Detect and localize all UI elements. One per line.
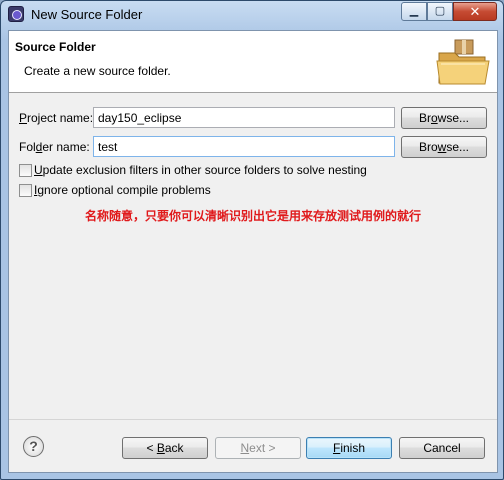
dialog-window: New Source Folder ▁ ▢ ✕ Source Folder Cr…: [0, 0, 504, 480]
help-icon[interactable]: ?: [23, 436, 44, 457]
project-browse-button[interactable]: Browse...: [401, 107, 487, 129]
folder-name-input[interactable]: [93, 136, 395, 157]
wizard-header: Source Folder Create a new source folder…: [9, 31, 497, 93]
project-name-row: Project name: Browse...: [9, 107, 497, 131]
update-exclusion-filters-checkbox[interactable]: [19, 164, 32, 177]
wizard-description: Create a new source folder.: [24, 64, 171, 78]
back-button[interactable]: < Back: [122, 437, 208, 459]
ignore-compile-problems-checkbox[interactable]: [19, 184, 32, 197]
folder-with-package-icon: [436, 39, 490, 85]
close-button[interactable]: ✕: [453, 2, 497, 21]
wizard-title: Source Folder: [15, 40, 96, 54]
minimize-button[interactable]: ▁: [401, 2, 427, 21]
eclipse-app-icon: [8, 6, 24, 22]
cancel-button[interactable]: Cancel: [399, 437, 485, 459]
dialog-body: Source Folder Create a new source folder…: [8, 30, 498, 473]
next-button[interactable]: Next >: [215, 437, 301, 459]
folder-browse-button[interactable]: Browse...: [401, 136, 487, 158]
update-exclusion-filters-label: Update exclusion filters in other source…: [34, 163, 367, 177]
finish-button[interactable]: Finish: [306, 437, 392, 459]
footer-divider: [9, 419, 497, 420]
project-name-label: Project name:: [19, 111, 94, 125]
folder-name-label: Folder name:: [19, 140, 90, 154]
ignore-compile-problems-label: Ignore optional compile problems: [34, 183, 211, 197]
project-name-input[interactable]: [93, 107, 395, 128]
maximize-button[interactable]: ▢: [427, 2, 453, 21]
title-bar[interactable]: New Source Folder ▁ ▢ ✕: [1, 1, 503, 29]
window-title: New Source Folder: [31, 7, 143, 22]
folder-name-row: Folder name: Browse...: [9, 136, 497, 160]
annotation-note: 名称随意，只要你可以清晰识别出它是用来存放测试用例的就行: [85, 209, 422, 223]
